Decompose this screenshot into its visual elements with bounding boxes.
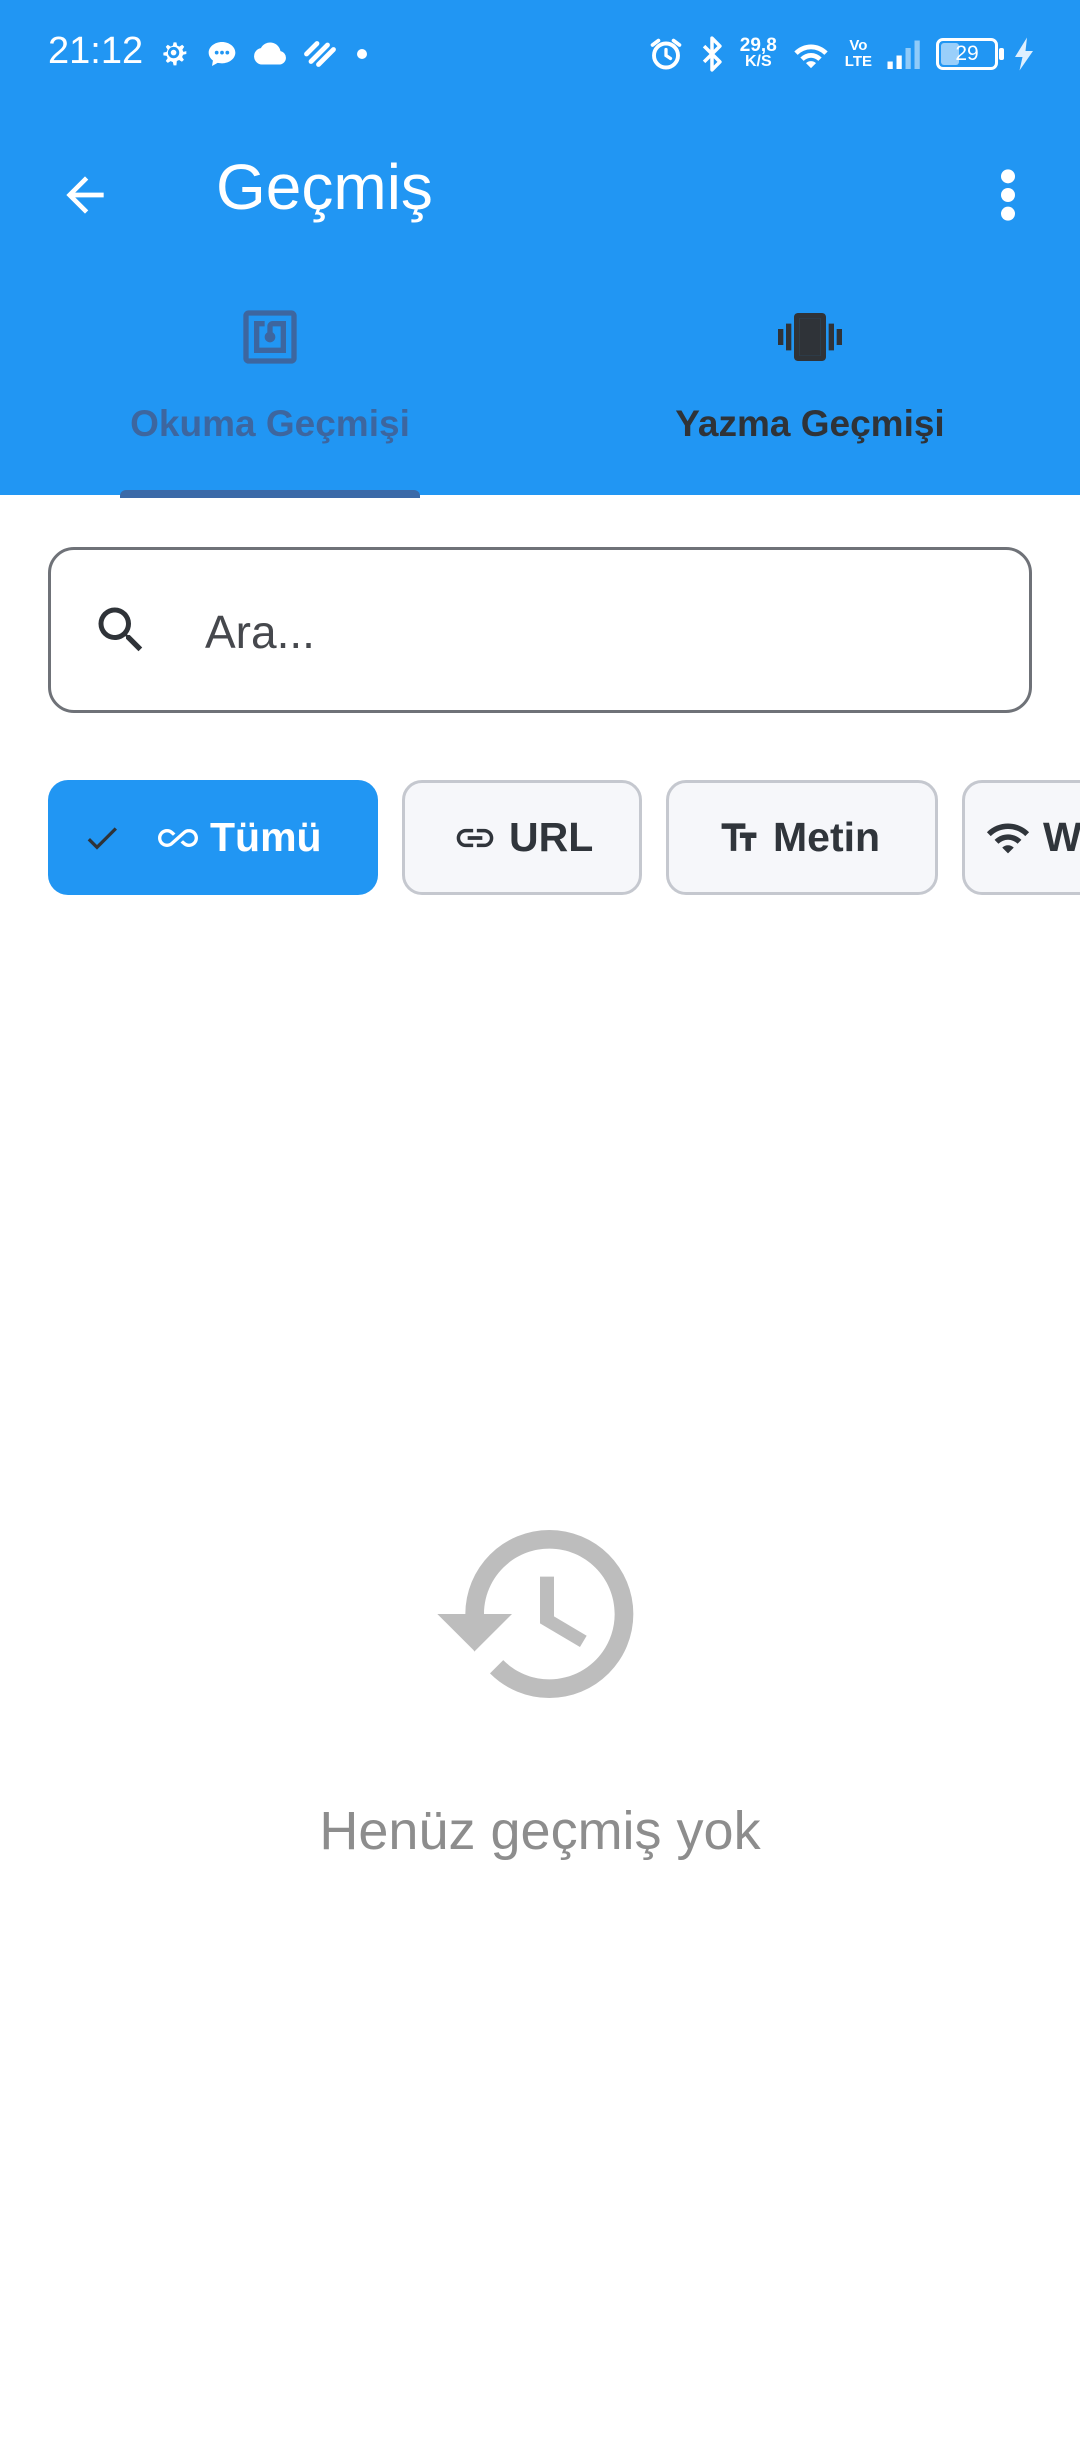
notification-dot-icon <box>357 49 367 59</box>
volte-indicator: Vo LTE <box>845 38 872 70</box>
nfc-icon <box>243 310 297 364</box>
battery-nub <box>999 48 1004 60</box>
volte-bottom-label: LTE <box>844 53 872 70</box>
filter-chip-text[interactable]: Metin <box>666 780 938 895</box>
search-field[interactable] <box>48 547 1032 713</box>
history-icon <box>437 1530 634 1698</box>
tab-indicator <box>120 490 420 498</box>
network-speed: 29,8 K/S <box>739 35 777 70</box>
filter-chip-url[interactable]: URL <box>402 780 642 895</box>
tab-write-history[interactable]: Yazma Geçmişi <box>540 305 1080 495</box>
tab-write-history-label: Yazma Geçmişi <box>675 403 945 444</box>
network-speed-value: 29,8 <box>739 35 777 56</box>
search-input[interactable] <box>205 590 985 674</box>
bluetooth-icon <box>702 36 722 72</box>
filter-chip-text-label: Metin <box>773 814 881 860</box>
status-notification-icons <box>158 32 372 76</box>
check-icon <box>82 818 122 858</box>
network-speed-unit: K/S <box>744 53 772 70</box>
volte-top-label: Vo <box>849 37 868 54</box>
filter-chip-url-label: URL <box>509 814 594 860</box>
status-system-icons: 29,8 K/S Vo LTE 29 <box>648 30 1036 78</box>
filter-chip-all[interactable]: Tümü <box>48 780 378 895</box>
filter-chips: Tümü URL Metin W <box>48 780 1080 895</box>
search-icon <box>98 607 143 652</box>
filter-chip-all-label: Tümü <box>210 814 322 860</box>
phone-vibrate-icon <box>778 313 842 361</box>
alarm-icon <box>650 38 682 70</box>
filter-chip-wifi[interactable]: W <box>962 780 1080 895</box>
status-time: 21:12 <box>48 30 144 72</box>
arrow-back-icon <box>66 176 104 214</box>
status-bar: 21:12 29,8 K/S Vo LTE 29 <box>0 0 1080 110</box>
app-bar: 21:12 29,8 K/S Vo LTE 29 Geçmiş Okuma Ge… <box>0 0 1080 498</box>
wifi-status-icon <box>794 44 828 69</box>
signal-strength-icon <box>887 40 920 69</box>
cloud-icon <box>254 42 286 65</box>
tab-read-history[interactable]: Okuma Geçmişi <box>0 305 540 495</box>
app-logo-icon <box>304 41 336 67</box>
settings-gear-icon <box>163 42 187 66</box>
battery-level: 29 <box>955 42 979 65</box>
more-vert-icon <box>1001 169 1015 221</box>
infinity-icon <box>152 818 204 858</box>
page-title: Geçmiş <box>216 151 433 223</box>
text-fields-icon <box>717 816 761 860</box>
link-icon <box>453 816 497 860</box>
battery-icon: 29 <box>936 38 1004 70</box>
back-button[interactable] <box>50 160 120 230</box>
chat-bubble-icon <box>208 42 236 66</box>
charging-bolt-icon <box>1015 37 1033 71</box>
filter-chip-wifi-label: W <box>1043 814 1080 860</box>
wifi-icon <box>985 815 1031 861</box>
empty-state-message: Henüz geçmiş yok <box>319 1801 761 1861</box>
tab-read-history-label: Okuma Geçmişi <box>130 403 410 444</box>
more-options-button[interactable] <box>980 160 1036 230</box>
